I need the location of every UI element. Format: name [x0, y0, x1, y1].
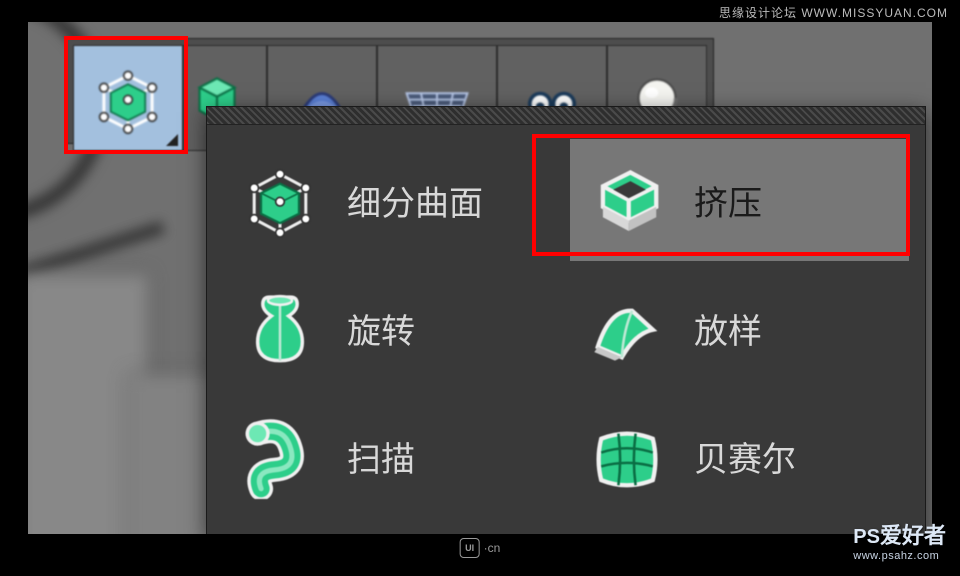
generators-dropdown: 细分曲面 挤压 旋转	[206, 106, 926, 534]
watermark-top-right: 思缘设计论坛 WWW.MISSYUAN.COM	[719, 4, 948, 21]
sweep-icon	[237, 413, 323, 499]
loft-icon	[584, 285, 670, 371]
watermark-bottom-center: UI ·cn	[460, 538, 501, 558]
menu-item-label: 扫描	[347, 432, 415, 481]
ui-cn-suffix: ·cn	[484, 541, 501, 555]
extrude-icon	[584, 157, 670, 243]
menu-lathe[interactable]: 旋转	[223, 267, 562, 389]
menu-item-label: 放样	[694, 304, 762, 353]
menu-bezier[interactable]: 贝赛尔	[570, 395, 909, 517]
ui-cn-badge: UI	[460, 538, 480, 558]
watermark-bottom-right: PS爱好者 www.psahz.com	[853, 518, 946, 562]
lathe-vase-icon	[237, 285, 323, 371]
menu-extrude[interactable]: 挤压	[570, 139, 909, 261]
dropdown-drag-handle[interactable]	[207, 107, 925, 125]
subdivision-surface-icon	[237, 157, 323, 243]
menu-item-label: 旋转	[347, 304, 415, 353]
menu-item-label: 挤压	[694, 176, 762, 225]
bezier-patch-icon	[584, 413, 670, 499]
menu-item-label: 贝赛尔	[694, 432, 796, 481]
menu-item-label: 细分曲面	[347, 176, 483, 225]
menu-loft[interactable]: 放样	[570, 267, 909, 389]
app-viewport: 细分曲面 挤压 旋转	[28, 22, 932, 534]
subdivision-surface-icon	[85, 55, 171, 141]
menu-sweep[interactable]: 扫描	[223, 395, 562, 517]
subdivision-surface-tool[interactable]	[73, 45, 183, 151]
menu-subdivision-surface[interactable]: 细分曲面	[223, 139, 562, 261]
